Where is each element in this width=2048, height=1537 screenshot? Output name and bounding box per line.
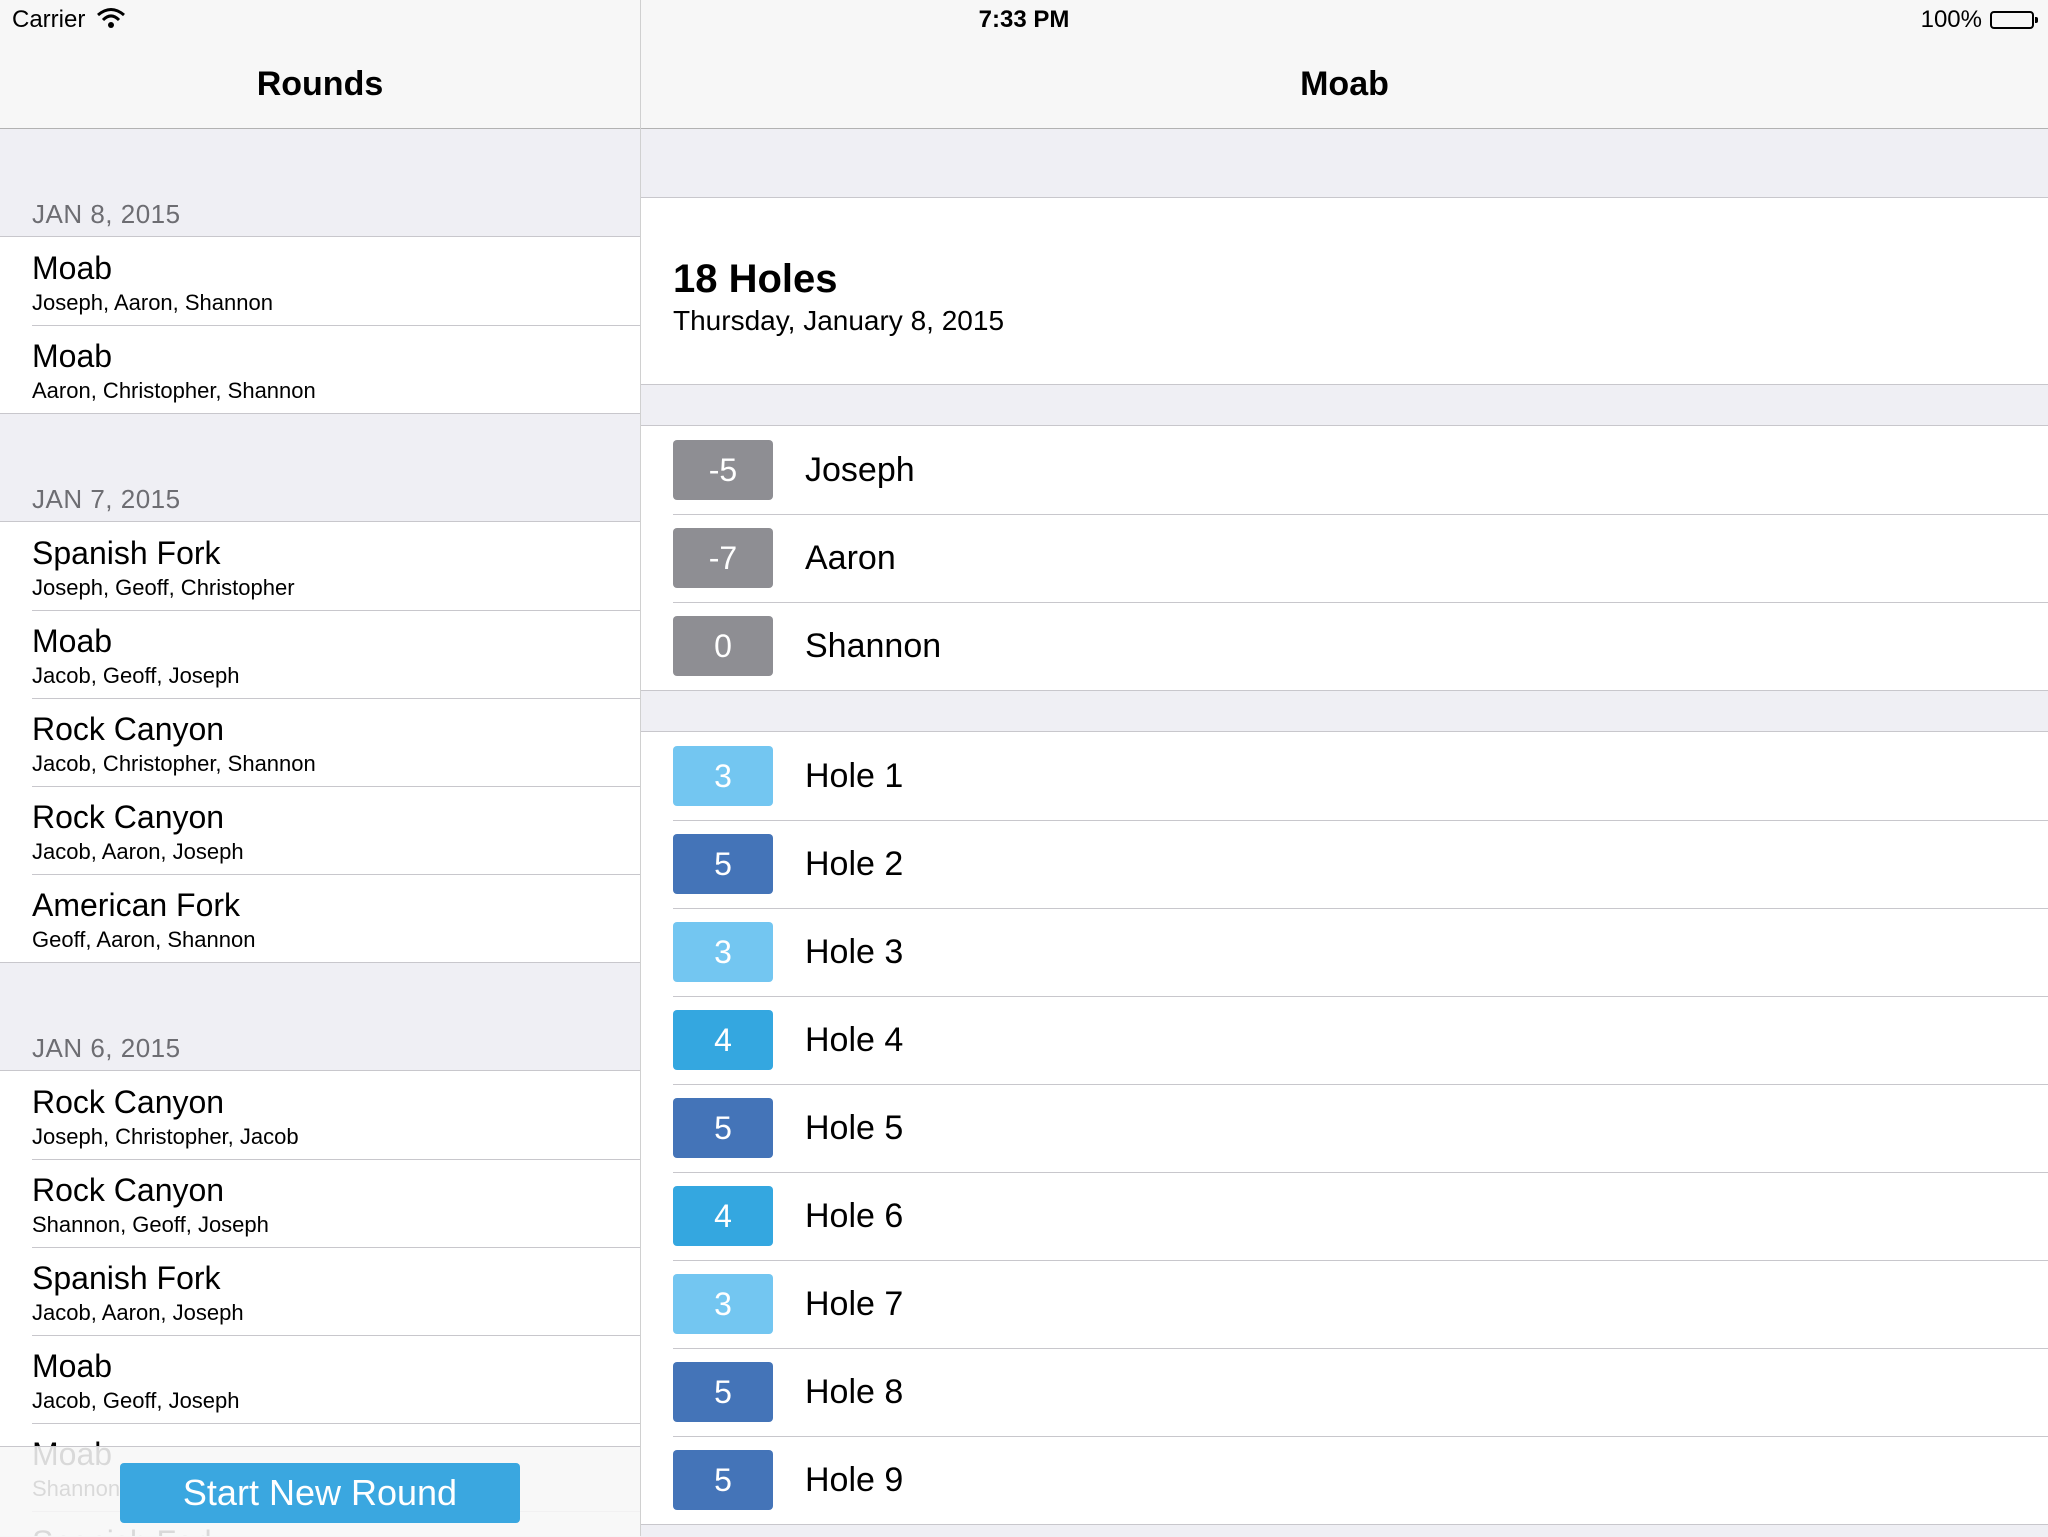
par-badge: 3 [673,922,773,982]
score-badge: 0 [673,616,773,676]
round-row[interactable]: Rock Canyon Shannon, Geoff, Joseph [0,1159,640,1247]
round-players: Joseph, Geoff, Christopher [32,575,295,600]
round-summary: 18 Holes Thursday, January 8, 2015 [641,197,2048,385]
round-row[interactable]: Spanish Fork Joseph, Geoff, Christopher [0,522,640,610]
score-badge: -7 [673,528,773,588]
round-detail: 18 Holes Thursday, January 8, 2015 -5 Jos… [641,129,2048,1536]
section-header: JAN 8, 2015 [0,129,640,237]
hole-label: Hole 7 [805,1284,904,1323]
hole-label: Hole 9 [805,1460,904,1499]
round-course: Moab [32,623,113,659]
hole-label: Hole 3 [805,932,904,971]
player-name: Shannon [805,626,942,665]
round-course: Rock Canyon [32,711,225,747]
round-course: Spanish Fork [32,1260,221,1296]
round-players: Geoff, Aaron, Shannon [32,927,256,952]
round-course: Moab [32,1348,113,1384]
player-name: Joseph [805,450,915,489]
master-nav-bar: Rounds [0,40,640,129]
par-badge: 3 [673,1274,773,1334]
par-badge: 3 [673,746,773,806]
section-rows: Moab Joseph, Aaron, Shannon Moab Aaron, Chr… [0,237,640,414]
par-badge: 5 [673,1450,773,1510]
round-row[interactable]: Moab Joseph, Aaron, Shannon [0,237,640,325]
round-date: Thursday, January 8, 2015 [673,305,1005,336]
section-header: JAN 6, 2015 [0,963,640,1071]
round-course: Rock Canyon [32,799,225,835]
round-players: Shannon, Geoff, Joseph [32,1212,269,1237]
round-players: Joseph, Christopher, Jacob [32,1124,299,1149]
player-scores-list: -5 Joseph -7 Aaron 0 Shannon [641,425,2048,691]
round-row[interactable]: Rock Canyon Joseph, Christopher, Jacob [0,1071,640,1159]
round-players: Jacob, Christopher, Shannon [32,751,316,776]
section-rows: Spanish Fork Joseph, Geoff, Christopher Mo… [0,522,640,963]
round-players: Joseph, Aaron, Shannon [32,290,273,315]
hole-row[interactable]: 5 Hole 9 [641,1436,2048,1524]
start-new-round-button[interactable]: Start New Round [120,1463,520,1523]
par-badge: 5 [673,1362,773,1422]
round-row[interactable]: Moab Aaron, Christopher, Shannon [0,325,640,413]
detail-title: Moab [1300,64,1389,103]
hole-row[interactable]: 5 Hole 5 [641,1084,2048,1172]
status-bar: Carrier 7:33 PM 100% [0,0,2048,40]
rounds-list[interactable]: JAN 8, 2015 Moab Joseph, Aaron, Shannon Moa… [0,129,640,1536]
hole-row[interactable]: 5 Hole 2 [641,820,2048,908]
holes-count: 18 Holes [673,257,838,301]
par-badge: 5 [673,1098,773,1158]
clock: 7:33 PM [978,6,1070,33]
section-header: JAN 7, 2015 [0,414,640,522]
battery-icon [1990,11,2038,29]
player-row[interactable]: -5 Joseph [641,426,2048,514]
round-course: American Fork [32,887,241,923]
player-row[interactable]: 0 Shannon [641,602,2048,690]
round-course: Moab [32,250,113,286]
detail-nav-bar: Moab [641,40,2048,129]
hole-label: Hole 8 [805,1372,904,1411]
par-badge: 4 [673,1010,773,1070]
section-gap [641,691,2048,731]
hole-label: Hole 4 [805,1020,904,1059]
player-row[interactable]: -7 Aaron [641,514,2048,602]
hole-label: Hole 2 [805,844,904,883]
round-players: Jacob, Geoff, Joseph [32,1388,240,1413]
section-gap [641,129,2048,197]
round-row[interactable]: American Fork Geoff, Aaron, Shannon [0,874,640,962]
hole-row[interactable]: 4 Hole 4 [641,996,2048,1084]
par-badge: 5 [673,834,773,894]
round-players: Jacob, Aaron, Joseph [32,839,244,864]
master-title: Rounds [256,64,384,103]
round-row[interactable]: Rock Canyon Jacob, Christopher, Shannon [0,698,640,786]
round-course: Moab [32,338,113,374]
round-players: Jacob, Aaron, Joseph [32,1300,244,1325]
round-players: Jacob, Geoff, Joseph [32,663,240,688]
hole-row[interactable]: 5 Hole 8 [641,1348,2048,1436]
hole-row[interactable]: 3 Hole 1 [641,732,2048,820]
holes-list: 3 Hole 1 5 Hole 2 3 Hole 3 4 Hole 4 5 Hole 5 4 Hole… [641,731,2048,1525]
round-course: Rock Canyon [32,1172,225,1208]
hole-label: Hole 1 [805,756,904,795]
hole-row[interactable]: 3 Hole 7 [641,1260,2048,1348]
hole-label: Hole 5 [805,1108,904,1147]
par-badge: 4 [673,1186,773,1246]
round-players: Aaron, Christopher, Shannon [32,378,316,403]
round-row[interactable]: Spanish Fork Jacob, Aaron, Joseph [0,1247,640,1335]
hole-label: Hole 6 [805,1196,904,1235]
round-course: Spanish Fork [32,535,221,571]
section-gap [641,385,2048,425]
hole-row[interactable]: 4 Hole 6 [641,1172,2048,1260]
hole-row[interactable]: 3 Hole 3 [641,908,2048,996]
round-course: Rock Canyon [32,1084,225,1120]
round-row[interactable]: Moab Jacob, Geoff, Joseph [0,1335,640,1423]
master-footer: Start New Round [0,1446,640,1537]
player-name: Aaron [805,538,896,577]
battery-percentage: 100% [1920,6,1982,33]
round-row[interactable]: Moab Jacob, Geoff, Joseph [0,610,640,698]
score-badge: -5 [673,440,773,500]
round-row[interactable]: Rock Canyon Jacob, Aaron, Joseph [0,786,640,874]
